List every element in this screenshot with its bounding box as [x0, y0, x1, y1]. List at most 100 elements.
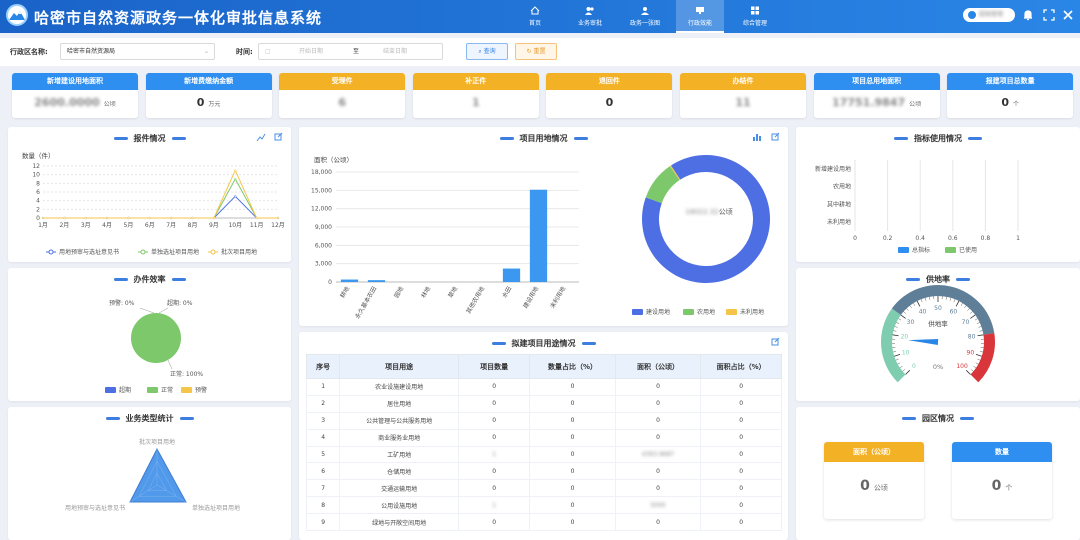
table-row[interactable]: 6 仓储用地 0 0 0 0 [305, 462, 782, 481]
table-row[interactable]: 7 交通运输用地 0 0 0 0 [305, 479, 782, 498]
legend-marker [140, 249, 146, 255]
gauge-tick [949, 297, 952, 301]
user-menu[interactable]: 超级管理 [963, 8, 1015, 22]
reset-button[interactable]: ↻ 重置 [515, 43, 557, 60]
gauge-tick [971, 369, 974, 372]
table-row[interactable]: 3 公共管理与公共服务用地 0 0 0 0 [305, 411, 782, 430]
chevron-down-icon: ⌄ [203, 48, 209, 55]
table-cell: 0 [700, 462, 782, 481]
table-cell: 9 [305, 513, 341, 532]
table-cell: 仓储用地 [339, 462, 459, 481]
nav-home[interactable]: 首页 [511, 0, 559, 33]
table-header: 面积占比（%） [700, 354, 782, 379]
gauge-tick [896, 322, 900, 324]
nav-approval[interactable]: 业务审批 [566, 0, 614, 33]
grid-icon [751, 6, 759, 15]
fullscreen-icon[interactable] [1043, 9, 1055, 21]
table-cell: 0 [614, 513, 702, 532]
end-date-input[interactable]: 结束日期 [383, 44, 407, 59]
table-row[interactable]: 8 公用设施用地 1 0 5000 0 [305, 496, 782, 515]
table-cell: 1 [305, 378, 341, 396]
table-cell: 0 [457, 394, 531, 413]
table-cell: 0 [529, 496, 616, 515]
table-header: 序号 [305, 354, 341, 379]
query-button[interactable]: ⌕ 查询 [466, 43, 508, 60]
gauge-tick [979, 351, 983, 353]
user-name: 超级管理 [979, 11, 1004, 18]
gauge-tick-label: 10 [902, 350, 910, 357]
table-cell: 5000 [614, 496, 702, 515]
pie-label: 超期: 0% [167, 299, 193, 307]
data-point [255, 216, 258, 220]
y-axis-title: 面积（公顷） [314, 155, 353, 164]
table-cell: 0 [700, 513, 782, 532]
x-tick-label: 3月 [81, 222, 91, 229]
start-date-input[interactable]: 开始日期 [299, 44, 323, 59]
bell-icon[interactable] [1022, 9, 1034, 21]
table-cell: 4393.9687 [614, 445, 702, 464]
gauge-tick [894, 326, 898, 328]
x-tick-label: 6月 [145, 222, 155, 229]
x-tick-label: 园地 [392, 285, 405, 299]
data-point [105, 216, 109, 220]
bar [529, 189, 548, 282]
table-cell: 0 [457, 479, 531, 498]
legend-swatch [726, 309, 737, 315]
legend-swatch [632, 309, 643, 315]
gauge-tick [900, 314, 906, 319]
gauge-tick [967, 308, 970, 311]
nav-management[interactable]: 综合管理 [731, 0, 779, 33]
export-icon[interactable] [770, 337, 780, 347]
y-tick-label: 0 [328, 279, 332, 286]
table-row[interactable]: 4 商业服务业用地 0 0 0 0 [305, 428, 782, 447]
table-row[interactable]: 1 农业设施建设用地 0 0 0 0 [305, 378, 782, 396]
donut-center-unit: 公顷 [718, 208, 733, 216]
nav-map[interactable]: 政务一张图 [621, 0, 669, 33]
pie-slice [131, 313, 181, 363]
legend-label: 正常 [161, 386, 173, 394]
data-point [276, 216, 280, 220]
y-tick-label: 6 [36, 189, 40, 196]
table-cell: 8 [305, 496, 341, 515]
gauge-tick [953, 299, 956, 303]
park-panel: 园区情况 面积（公顷） 0 公顷 数量 0个 [796, 407, 1080, 540]
table-cell: 0 [457, 378, 531, 396]
table-cell: 1 [457, 445, 531, 464]
radar-area [129, 447, 187, 503]
data-point [41, 216, 45, 220]
gauge-tick [892, 334, 899, 337]
users-icon [585, 7, 594, 15]
kpi-label: 受理件 [279, 73, 406, 90]
y-tick-label: 3,000 [315, 261, 332, 268]
nav-efficiency[interactable]: 行政效能 [676, 0, 724, 33]
table-cell: 0 [614, 462, 702, 481]
y-tick-label: 0 [36, 215, 40, 222]
series-line [43, 169, 278, 219]
table-cell: 0 [614, 428, 702, 447]
kpi-unit: 公顷 [103, 101, 116, 108]
gauge-tick [929, 296, 931, 300]
y-tick-label: 10 [32, 172, 40, 179]
table-cell: 居住用地 [339, 394, 459, 413]
y-tick-label: 12 [32, 163, 40, 170]
legend-marker [48, 249, 54, 255]
date-range-input[interactable]: ▢ 开始日期 至 结束日期 [258, 43, 443, 60]
park-count-unit: 个 [1005, 484, 1013, 492]
close-icon[interactable] [1062, 9, 1074, 21]
y-tick-label: 9,000 [315, 224, 332, 231]
kpi-value-wrap: 0 万元 [146, 96, 272, 109]
table-row[interactable]: 9 绿地与开敞空间用地 0 0 0 0 [305, 513, 782, 532]
gauge-tick-label: 80 [968, 334, 976, 341]
gauge-value: 0% [933, 363, 943, 371]
kpi-label: 退回件 [546, 73, 673, 90]
efficiency-pie-chart: 预警: 0% 超期: 0% 正常: 100% 超期 正常 预警 [105, 299, 207, 394]
legend-swatch [181, 387, 192, 393]
gauge-label: 供地率 [928, 319, 948, 328]
kpi-label: 新增费缴纳金额 [145, 73, 272, 90]
table-row[interactable]: 5 工矿用地 1 0 4393.9687 0 [305, 445, 782, 464]
table-row[interactable]: 2 居住用地 0 0 0 0 [305, 394, 782, 413]
gauge-needle [908, 339, 939, 345]
kpi-value: 0 [1001, 96, 1009, 109]
table-cell: 0 [457, 428, 531, 447]
district-select[interactable]: 哈密市自然资源局 ⌄ [60, 43, 215, 60]
